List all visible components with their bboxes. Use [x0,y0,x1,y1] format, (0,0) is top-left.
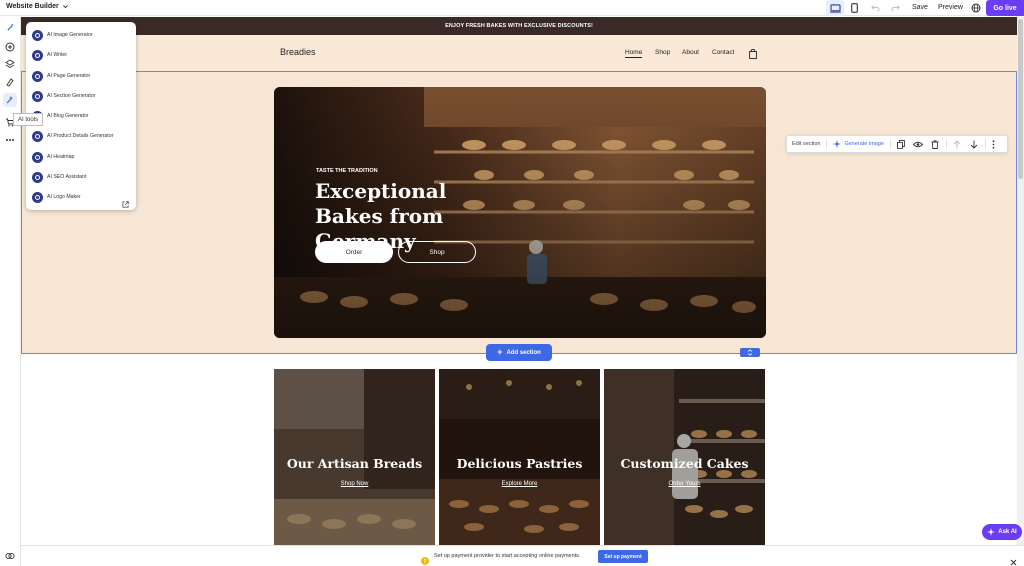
payment-notice-bar: Set up payment provider to start accepti… [21,545,1024,566]
notice-text: Set up payment provider to start accepti… [434,553,581,559]
section-toolbar: Edit section Generate image [786,135,1008,153]
globe-icon[interactable] [967,0,985,16]
add-section-button[interactable]: + Add section [486,344,552,361]
preview-button[interactable]: Preview [938,4,963,11]
more-icon[interactable] [3,133,17,147]
menu-item-label: AI SEO Assistant [47,174,87,180]
layers-icon[interactable] [3,57,17,71]
menu-item-label: AI Image Generator [47,32,93,38]
menu-item-ai-heatmap[interactable]: AI Heatmap [32,149,132,165]
ai-logo-icon [32,191,43,203]
site-logo[interactable]: Breadies [280,47,316,57]
edit-section-button[interactable]: Edit section [792,141,820,147]
plus-icon: + [497,347,503,357]
ai-writer-icon [32,49,43,61]
left-rail [0,16,21,566]
card-link[interactable]: Shop Now [274,481,435,487]
promo-banner[interactable]: ENJOY FRESH BAKES WITH EXCLUSIVE DISCOUN… [21,17,1017,35]
menu-item-label: AI Writer [47,52,68,58]
card-title: Our Artisan Breads [286,456,423,471]
hero-tagline[interactable]: TASTE THE TRADITION [316,168,378,174]
ai-tools-tooltip: AI tools [13,113,44,126]
menu-item-ai-page-generator[interactable]: AI Page Generator [32,68,132,84]
help-icon[interactable] [3,549,17,563]
setup-payment-button[interactable]: Set up payment [598,550,648,563]
ai-image-icon [32,29,43,41]
move-down-icon[interactable] [970,140,978,149]
sparkle-icon [833,140,842,148]
menu-item-ai-section-generator[interactable]: AI Section Generator [32,88,132,104]
nav-contact[interactable]: Contact [712,49,734,56]
site-name: Website Builder [6,3,59,10]
move-up-icon[interactable] [953,139,961,149]
menu-item-ai-seo-assistant[interactable]: AI SEO Assistant [32,169,132,185]
card-link[interactable]: Explore More [439,481,600,487]
chevron-down-icon [62,5,68,9]
redo-icon[interactable] [886,0,904,16]
ai-tools-icon[interactable] [3,93,17,107]
card-cakes[interactable]: Customized Cakes Order Yours [604,369,765,545]
resize-icon [747,349,753,356]
menu-item-ai-writer[interactable]: AI Writer [32,47,132,63]
desktop-view-icon[interactable] [826,0,844,16]
card-link[interactable]: Order Yours [604,481,765,487]
shop-button[interactable]: Shop [398,241,476,263]
ai-heatmap-icon [32,151,43,163]
menu-item-ai-product-details-generator[interactable]: AI Product Details Generator [32,128,132,144]
wand-icon[interactable] [3,20,17,34]
card-breads[interactable]: Our Artisan Breads Shop Now [274,369,435,545]
duplicate-icon[interactable] [896,139,905,149]
menu-item-label: AI Blog Generator [47,113,89,119]
generate-image-button[interactable]: Generate image [844,141,883,147]
nav-shop[interactable]: Shop [655,49,670,56]
mobile-view-icon[interactable] [845,0,863,16]
add-section-label: Add section [506,349,541,356]
shopping-bag-icon[interactable] [749,46,757,64]
ai-page-icon [32,70,43,82]
menu-item-label: AI Page Generator [47,73,91,79]
close-icon[interactable] [1010,553,1017,566]
ask-ai-button[interactable]: Ask AI [982,524,1022,540]
more-options-icon[interactable] [992,139,995,149]
ask-ai-label: Ask AI [998,529,1017,535]
paint-icon[interactable] [3,75,17,89]
undo-icon[interactable] [866,0,884,16]
card-pastries[interactable]: Delicious Pastries Explore More [439,369,600,545]
ai-seo-icon [32,171,43,183]
menu-item-label: AI Heatmap [47,154,75,160]
warning-icon [421,552,429,566]
menu-item-label: AI Section Generator [47,93,96,99]
menu-item-label: AI Product Details Generator [47,133,114,139]
hero-section[interactable]: TASTE THE TRADITION Exceptional Bakes fr… [21,71,1017,354]
scroll-thumb[interactable] [1018,19,1023,179]
add-element-icon[interactable] [3,40,17,54]
save-button[interactable]: Save [912,4,928,11]
top-bar: Website Builder Save Preview Go live [0,0,1024,16]
site-header[interactable]: Breadies Home Shop About Contact [21,35,1017,71]
card-title: Delicious Pastries [456,456,583,471]
sparkle-icon [987,528,996,536]
nav-about[interactable]: About [682,49,699,56]
menu-item-ai-blog-generator[interactable]: AI Blog Generator [32,108,132,124]
menu-item-ai-logo-maker[interactable]: AI Logo Maker [32,189,132,205]
order-button[interactable]: Order [315,241,393,263]
editor-canvas[interactable]: ENJOY FRESH BAKES WITH EXCLUSIVE DISCOUN… [21,17,1017,545]
delete-icon[interactable] [931,139,939,149]
ai-product-icon [32,130,43,142]
section-resize-handle[interactable] [740,348,760,357]
hero-image[interactable]: TASTE THE TRADITION Exceptional Bakes fr… [274,87,766,338]
external-link-icon[interactable] [122,195,129,213]
canvas-scrollbar[interactable] [1017,17,1024,545]
site-selector[interactable]: Website Builder [6,3,69,10]
visibility-icon[interactable] [912,141,923,148]
go-live-button[interactable]: Go live [986,0,1024,16]
menu-item-ai-image-generator[interactable]: AI Image Generator [32,27,132,43]
ai-section-icon [32,90,43,102]
card-title: Customized Cakes [620,456,749,471]
menu-item-label: AI Logo Maker [47,194,81,200]
nav-home[interactable]: Home [625,49,643,58]
